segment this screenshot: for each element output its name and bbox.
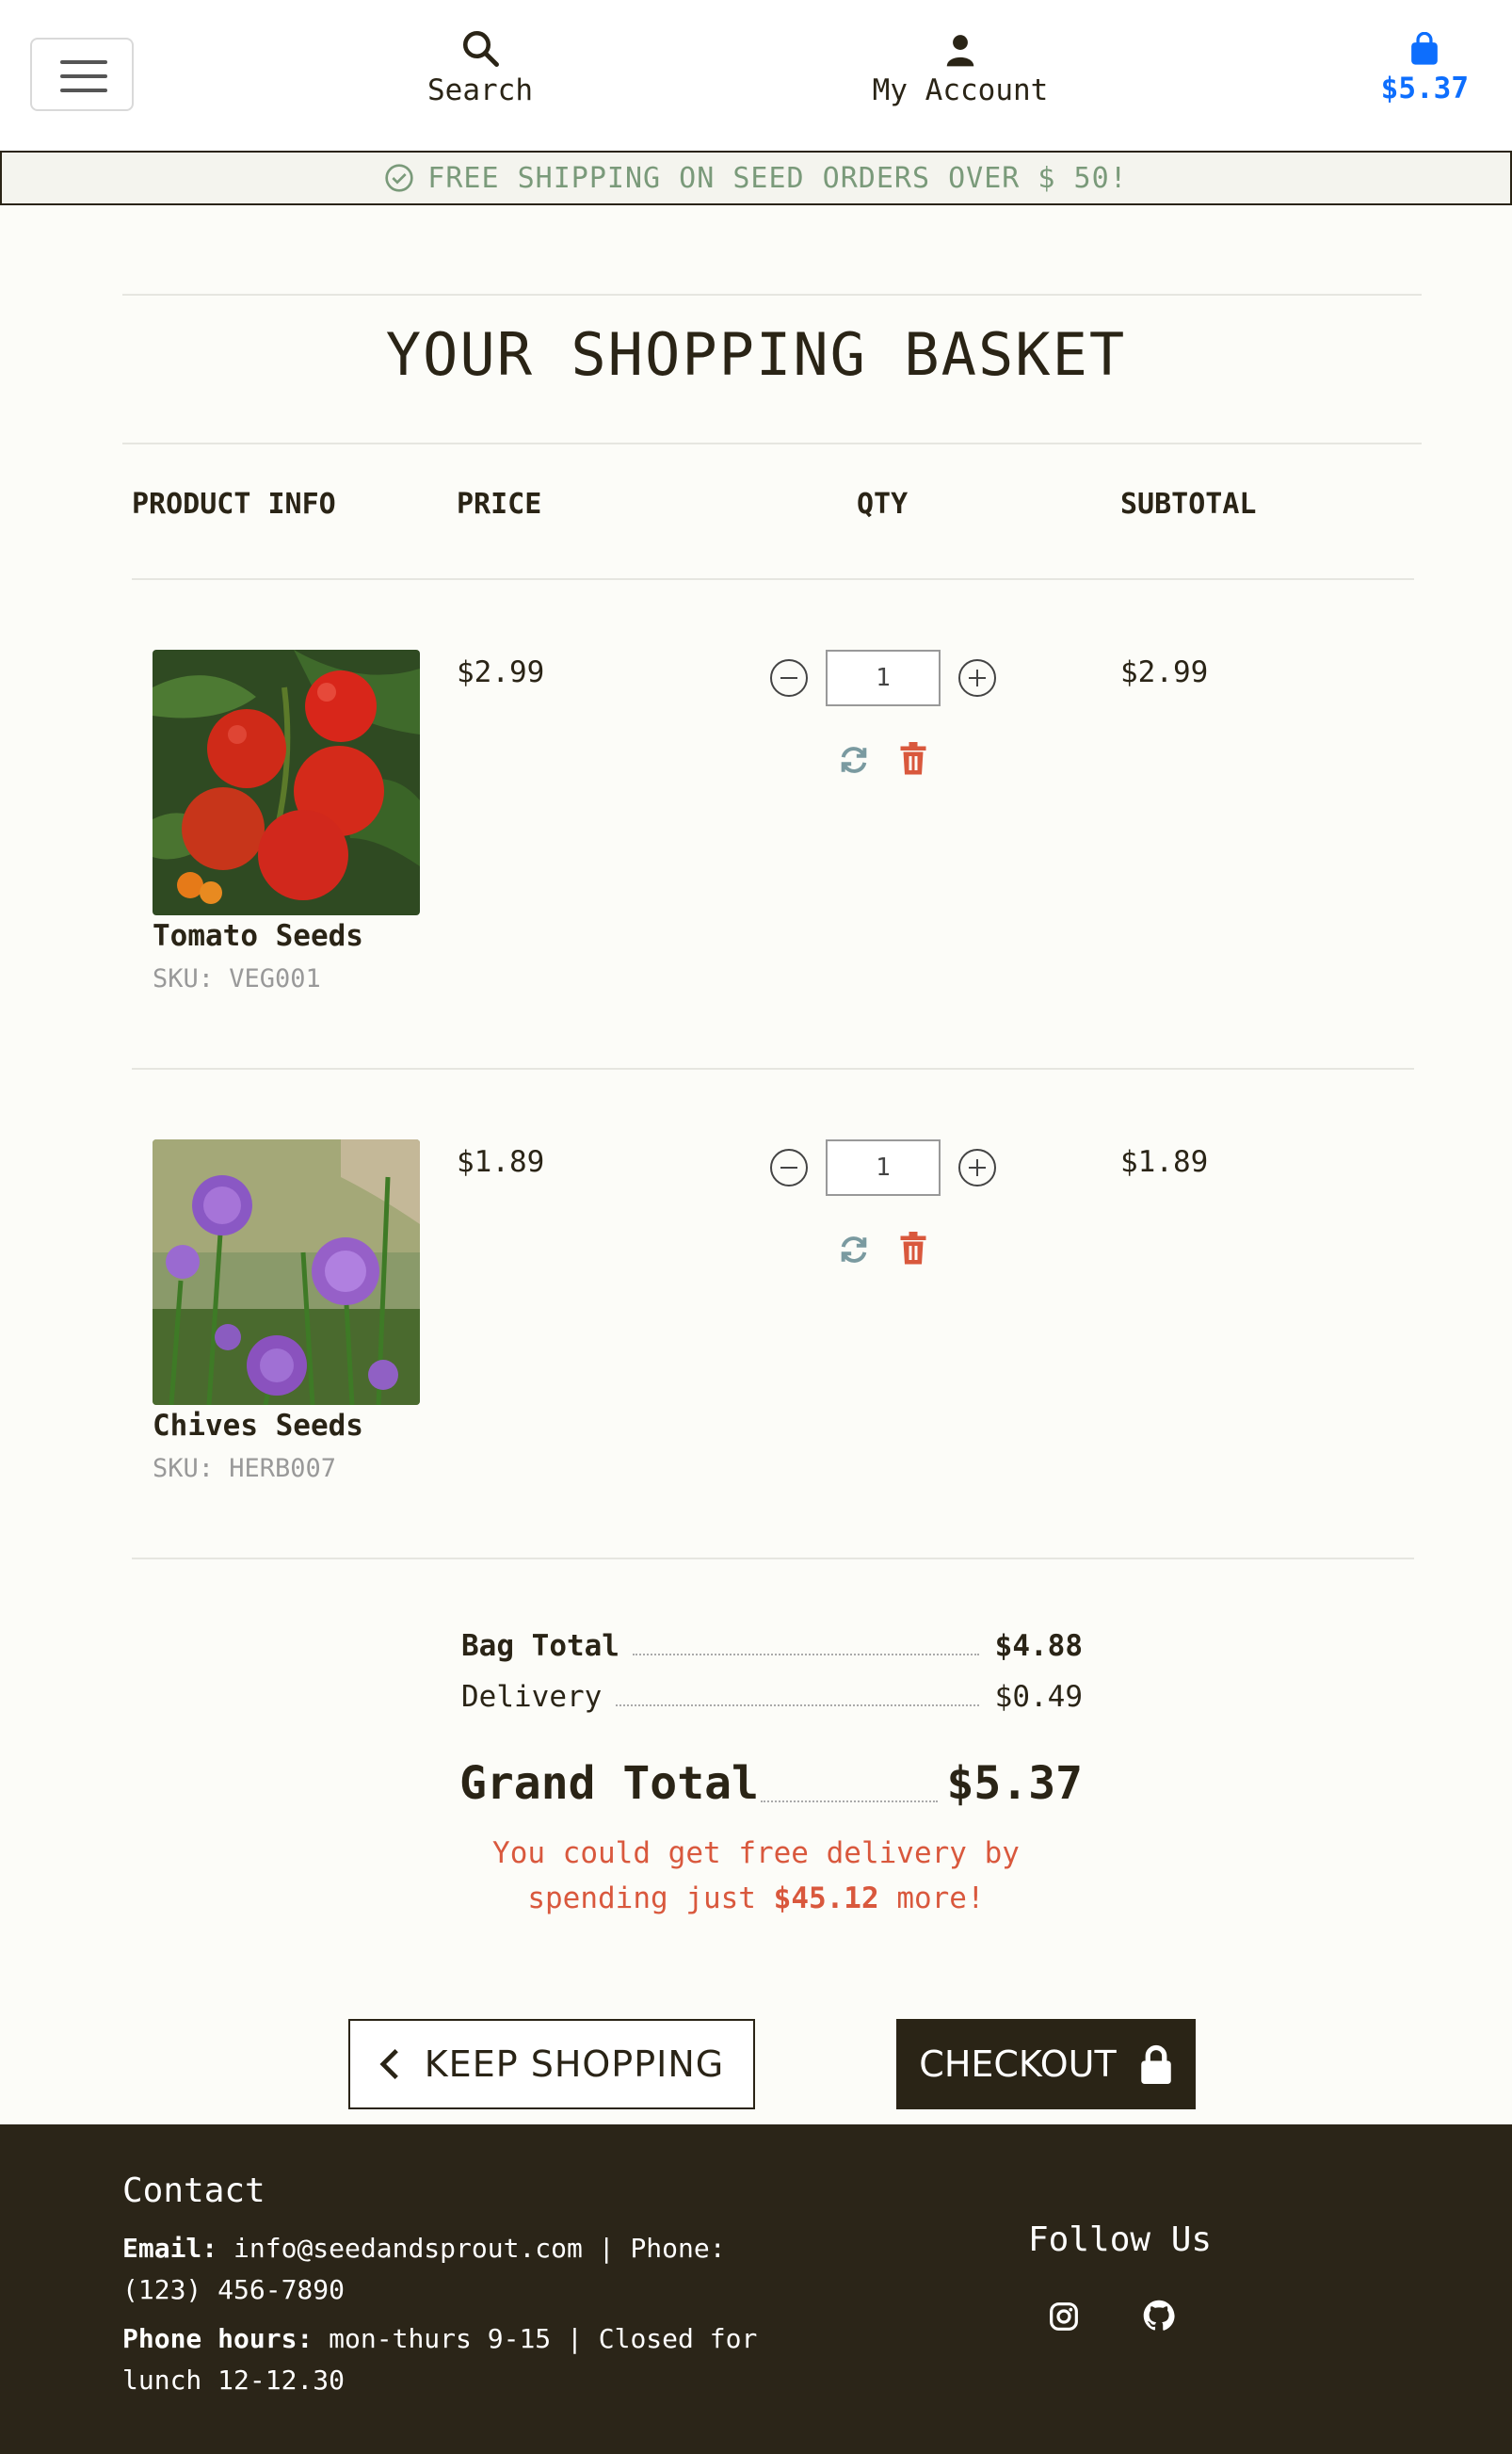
site-footer: Contact Email: info@seedandsprout.com | … — [0, 2124, 1512, 2454]
trash-icon[interactable] — [899, 1232, 927, 1266]
product-name[interactable]: Tomato Seeds — [153, 919, 363, 953]
product-price: $1.89 — [457, 1145, 545, 1179]
free-delivery-line-1: You could get free delivery by — [492, 1836, 1020, 1870]
leader-dots — [633, 1654, 979, 1655]
refresh-icon[interactable] — [838, 1234, 870, 1266]
keep-shopping-label: KEEP SHOPPING — [424, 2043, 725, 2085]
page-title: YOUR SHOPPING BASKET — [385, 320, 1127, 389]
site-header: Search My Account $5.37 — [0, 0, 1512, 151]
hours-label: Phone hours: — [122, 2323, 314, 2354]
divider — [132, 1068, 1414, 1070]
keep-shopping-button[interactable]: KEEP SHOPPING — [348, 2019, 755, 2109]
refresh-icon[interactable] — [838, 744, 870, 776]
menu-toggle-button[interactable] — [30, 38, 134, 111]
email-label: Email: — [122, 2233, 218, 2264]
search-label: Search — [427, 73, 533, 107]
tomato-product-image[interactable] — [153, 650, 420, 915]
user-icon — [946, 35, 974, 67]
product-price: $2.99 — [457, 655, 545, 689]
product-sku: SKU: VEG001 — [153, 964, 321, 993]
lock-icon — [1140, 2044, 1171, 2084]
decrease-qty-button[interactable] — [770, 1149, 808, 1187]
hours-text-2: lunch 12-12.30 — [122, 2365, 346, 2396]
plus-icon-bar — [976, 670, 978, 686]
hamburger-line — [60, 74, 107, 78]
free-shipping-banner: FREE SHIPPING ON SEED ORDERS OVER $ 50! — [0, 151, 1512, 205]
free-delivery-text: spending just — [527, 1881, 756, 1915]
trash-icon[interactable] — [899, 742, 927, 776]
bag-total-value: $4.88 — [994, 1629, 1083, 1663]
free-delivery-amount: $45.12 — [773, 1881, 879, 1915]
free-delivery-line-2: spending just $45.12 more! — [0, 1876, 1512, 1921]
column-header-subtotal: SUBTOTAL — [1120, 488, 1257, 521]
account-link[interactable]: My Account — [857, 32, 1064, 107]
check-circle-icon — [385, 164, 413, 192]
email-line: Email: info@seedandsprout.com | Phone: — [122, 2228, 781, 2269]
column-header-price: PRICE — [457, 488, 542, 521]
divider — [132, 578, 1414, 580]
free-delivery-message: You could get free delivery by spending … — [0, 1831, 1512, 1921]
follow-title: Follow Us — [1028, 2220, 1213, 2259]
contact-info: Email: info@seedandsprout.com | Phone: (… — [122, 2228, 781, 2401]
product-name[interactable]: Chives Seeds — [153, 1409, 363, 1443]
column-header-qty: QTY — [857, 488, 909, 521]
product-subtotal: $2.99 — [1120, 655, 1209, 689]
chives-product-image[interactable] — [153, 1139, 420, 1405]
banner-text: FREE SHIPPING ON SEED ORDERS OVER $ 50! — [427, 161, 1128, 195]
checkout-button[interactable]: CHECKOUT — [896, 2019, 1196, 2109]
hamburger-icon — [60, 60, 107, 64]
minus-icon — [780, 1167, 797, 1169]
hours-line: Phone hours: mon-thurs 9-15 | Closed for — [122, 2318, 781, 2360]
email-text[interactable]: info@seedandsprout.com | Phone: — [233, 2233, 726, 2264]
divider — [132, 1558, 1414, 1559]
leader-dots — [616, 1704, 979, 1706]
checkout-label: CHECKOUT — [919, 2043, 1117, 2085]
hamburger-line — [60, 89, 107, 92]
phone-number[interactable]: (123) 456-7890 — [122, 2269, 781, 2311]
divider — [122, 294, 1422, 296]
grand-total-label: Grand Total — [459, 1757, 759, 1810]
delivery-value: $0.49 — [994, 1680, 1083, 1714]
delivery-label: Delivery — [461, 1680, 603, 1714]
basket-total: $5.37 — [1380, 72, 1469, 105]
bag-total-label: Bag Total — [461, 1629, 619, 1663]
quantity-input[interactable]: 1 — [826, 650, 941, 706]
column-header-product: PRODUCT INFO — [132, 488, 336, 521]
plus-icon-bar — [976, 1159, 978, 1176]
shopping-bag-icon — [1411, 32, 1439, 65]
instagram-icon[interactable] — [1049, 2301, 1079, 2332]
leader-dots — [761, 1800, 938, 1802]
github-icon[interactable] — [1143, 2300, 1175, 2332]
grand-total-value: $5.37 — [946, 1757, 1084, 1810]
product-subtotal: $1.89 — [1120, 1145, 1209, 1179]
basket-link[interactable]: $5.37 — [1381, 32, 1469, 105]
free-delivery-suffix: more! — [896, 1881, 985, 1915]
search-icon — [462, 30, 499, 67]
decrease-qty-button[interactable] — [770, 659, 808, 697]
divider — [122, 443, 1422, 444]
search-link[interactable]: Search — [414, 28, 546, 107]
contact-title: Contact — [122, 2171, 265, 2210]
hours-text: mon-thurs 9-15 | Closed for — [329, 2323, 758, 2354]
minus-icon — [780, 677, 797, 679]
chevron-left-icon — [379, 2048, 398, 2080]
increase-qty-button[interactable] — [958, 659, 996, 697]
quantity-input[interactable]: 1 — [826, 1139, 941, 1196]
increase-qty-button[interactable] — [958, 1149, 996, 1187]
account-label: My Account — [872, 73, 1049, 107]
product-sku: SKU: HERB007 — [153, 1454, 337, 1483]
